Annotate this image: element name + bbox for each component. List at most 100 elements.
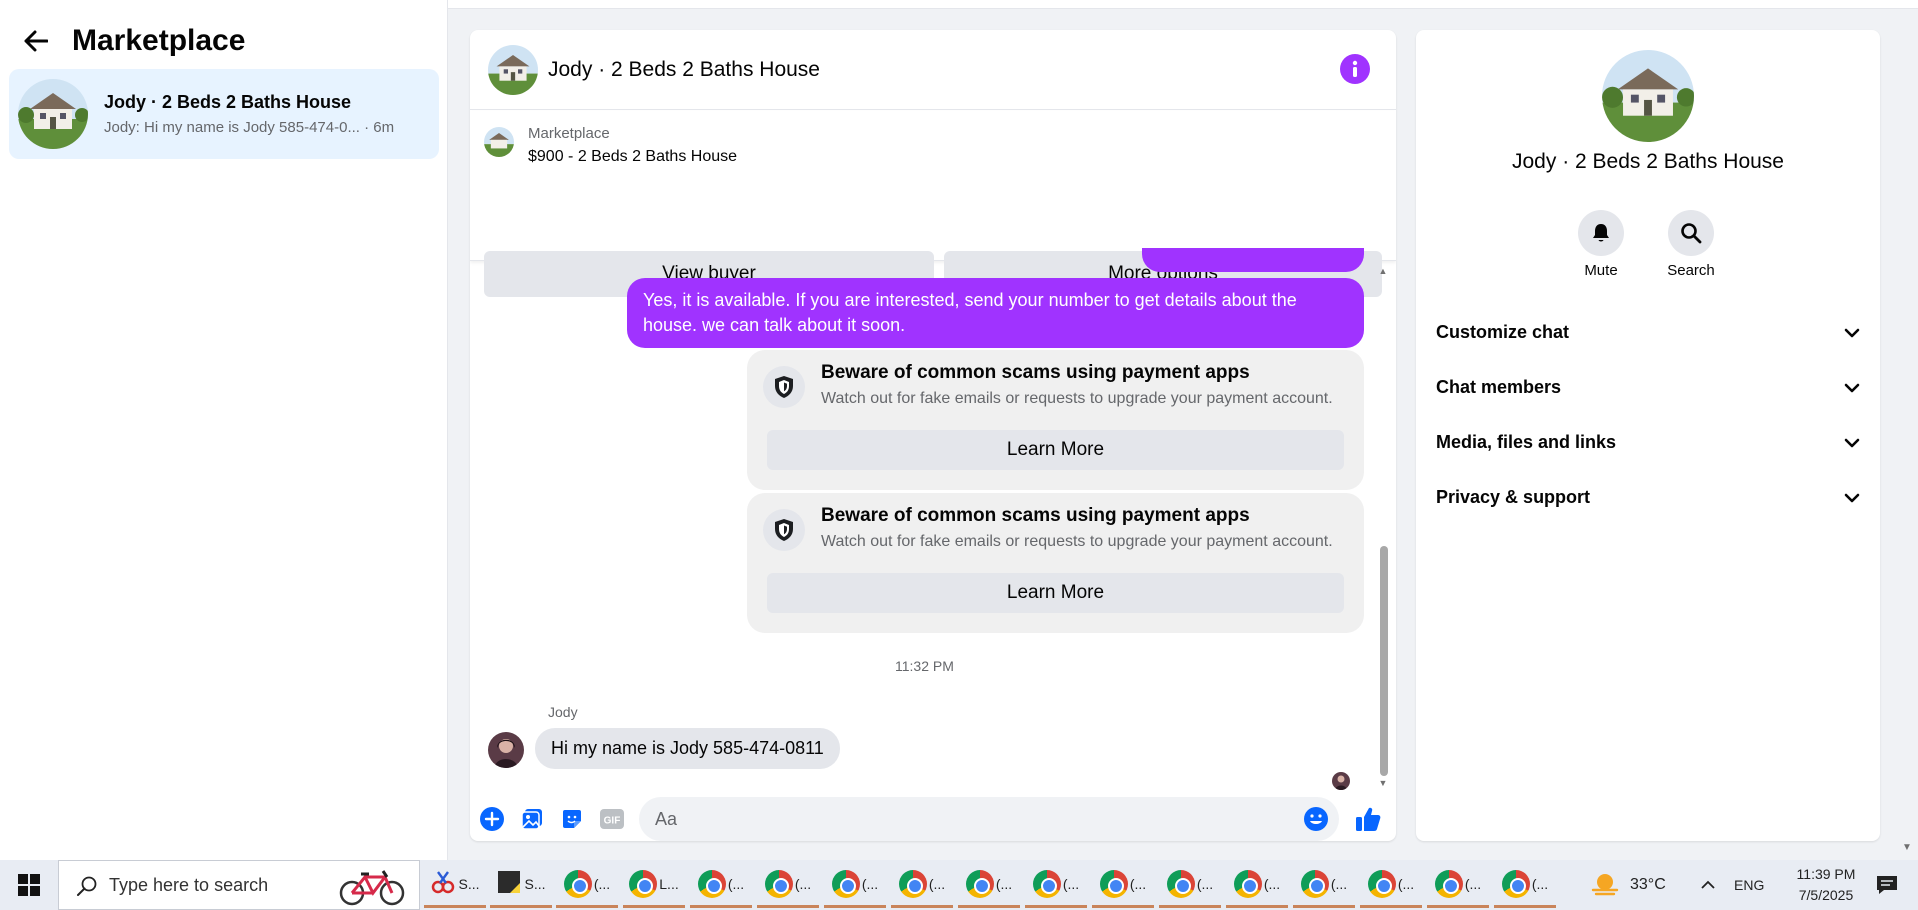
listing-category: Marketplace [528,125,610,142]
taskbar-app[interactable]: (... [556,862,618,908]
search-button[interactable]: Search [1646,210,1736,279]
taskbar-app[interactable]: (... [1226,862,1288,908]
section-label: Privacy & support [1436,486,1591,507]
language-indicator[interactable]: ENG [1734,860,1764,910]
conversation-item[interactable]: Jody · 2 Beds 2 Baths House Jody: Hi my … [9,69,439,159]
page-scroll-down-icon[interactable]: ▼ [1902,842,1912,853]
chrome-icon [764,869,793,898]
show-hidden-icons-chevron-icon[interactable] [1700,860,1716,910]
taskbar-app[interactable]: (... [958,862,1020,908]
customize-chat-section[interactable]: Customize chat [1436,312,1860,352]
outgoing-message: Yes, it is available. If you are interes… [627,278,1364,348]
section-label: Chat members [1436,376,1562,397]
gif-icon[interactable]: GIF [598,805,626,833]
taskbar-app-label: (... [1062,875,1080,892]
emoji-icon[interactable] [1302,805,1330,833]
scroll-up-icon[interactable]: ▲ [1378,266,1388,276]
scam-warning-card: Beware of common scams using payment app… [747,350,1364,490]
taskbar-app[interactable]: S... [424,862,486,908]
weather-widget[interactable]: 33°C [1590,860,1666,910]
chevron-down-icon [1844,322,1860,343]
mute-button[interactable]: Mute [1556,210,1646,279]
notification-icon[interactable] [1876,860,1898,910]
message-scrollbar[interactable]: ▲ ▼ [1378,262,1388,797]
chrome-icon [1233,869,1262,898]
chevron-down-icon [1844,487,1860,508]
gif-label: GIF [604,816,621,827]
message-input[interactable] [639,797,1339,841]
sticky-notes-icon [496,869,522,898]
clock[interactable]: 11:39 PM 7/5/2025 [1776,860,1876,910]
sidebar-header: Marketplace [22,24,245,58]
taskbar-app-label: (... [593,875,611,892]
photo-icon[interactable] [518,805,546,833]
taskbar-app[interactable]: (... [757,862,819,908]
conversation-time: · 6m [364,119,395,136]
chrome-icon [965,869,994,898]
previous-message-bubble [1142,248,1364,272]
bicycle-icon [337,867,407,910]
thumbs-up-icon[interactable] [1354,805,1382,833]
scroll-thumb[interactable] [1380,546,1388,776]
taskbar-app[interactable]: (... [690,862,752,908]
message-list[interactable]: Yes, it is available. If you are interes… [470,248,1396,797]
taskbar-search-placeholder: Type here to search [109,874,269,895]
taskbar-app[interactable]: (... [1092,862,1154,908]
scam-warning-text: Watch out for fake emails or requests to… [821,533,1333,550]
taskbar-app[interactable]: (... [1159,862,1221,908]
chrome-icon [831,869,860,898]
chat-panel: Jody · 2 Beds 2 Baths House Marketplace … [470,30,1396,841]
chevron-down-icon [1844,377,1860,398]
clock-date: 7/5/2025 [1798,887,1854,903]
taskbar-app[interactable]: (... [1360,862,1422,908]
taskbar-app-label: (... [995,875,1013,892]
conversation-sidebar: Marketplace Jody · 2 Beds 2 Baths House … [0,0,448,860]
taskbar-app[interactable]: S... [490,862,552,908]
chrome-icon [1434,869,1463,898]
details-avatar [1602,50,1694,142]
scroll-down-icon[interactable]: ▼ [1378,778,1388,788]
listing-price-title[interactable]: $900 - 2 Beds 2 Baths House [528,148,737,166]
details-name: Jody · 2 Beds 2 Baths House [1512,150,1784,173]
chrome-icon [563,869,592,898]
message-timestamp: 11:32 PM [895,658,954,674]
snipping-tool-icon [430,869,456,898]
taskbar-app[interactable]: (... [1494,862,1556,908]
taskbar-app-label: (... [1464,875,1482,892]
taskbar-app-label: L... [659,875,679,892]
chrome-icon [1300,869,1329,898]
sticker-icon[interactable] [558,805,586,833]
taskbar-app[interactable]: (... [891,862,953,908]
taskbar-app[interactable]: (... [824,862,886,908]
read-receipt-avatar [1332,772,1350,790]
weather-temperature: 33°C [1630,876,1666,893]
chat-members-section[interactable]: Chat members [1436,367,1860,407]
scam-warning-title: Beware of common scams using payment app… [821,362,1250,383]
taskbar-app[interactable]: L... [623,862,685,908]
chat-details-panel: Jody · 2 Beds 2 Baths House Mute Search … [1416,30,1880,841]
learn-more-button[interactable]: Learn More [767,573,1344,613]
chat-avatar[interactable] [488,44,538,95]
plus-icon[interactable] [478,805,506,833]
chevron-down-icon [1844,432,1860,453]
taskbar-app[interactable]: (... [1293,862,1355,908]
info-icon[interactable] [1340,54,1370,84]
scam-warning-card: Beware of common scams using payment app… [747,493,1364,633]
section-label: Media, files and links [1436,431,1617,452]
privacy-support-section[interactable]: Privacy & support [1436,477,1860,517]
taskbar-app[interactable]: (... [1427,862,1489,908]
back-arrow-icon[interactable] [22,27,50,55]
taskbar-search-box[interactable]: Type here to search [58,860,420,910]
chrome-icon [697,869,726,898]
media-files-links-section[interactable]: Media, files and links [1436,422,1860,462]
sender-avatar[interactable] [488,732,524,768]
listing-thumbnail[interactable] [484,127,514,157]
chrome-icon [629,869,658,898]
page-title: Marketplace [72,24,246,57]
learn-more-button[interactable]: Learn More [767,430,1344,470]
chrome-icon [1032,869,1061,898]
chat-title[interactable]: Jody · 2 Beds 2 Baths House [548,58,820,82]
taskbar-app[interactable]: (... [1025,862,1087,908]
windows-start-icon[interactable] [0,860,58,910]
taskbar-app-label: (... [1397,875,1415,892]
